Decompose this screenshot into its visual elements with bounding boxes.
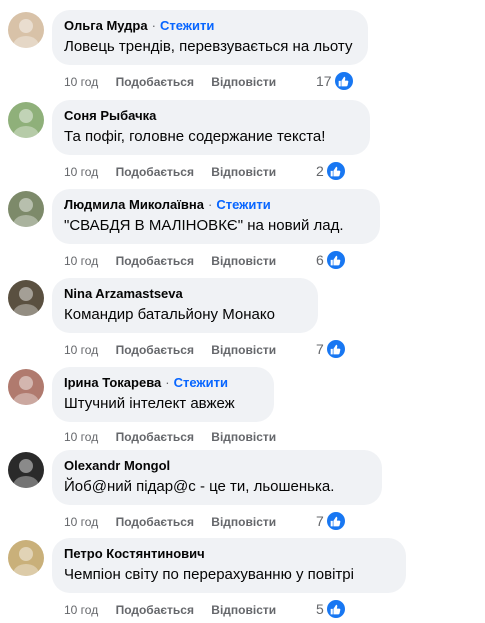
comment-actions: 10 год Подобається Відповісти bbox=[64, 74, 290, 90]
comment-timestamp[interactable]: 10 год bbox=[64, 430, 98, 444]
comment-bubble: Olexandr Mongol Йоб@ний підар@с - це ти,… bbox=[52, 450, 382, 505]
reaction-count[interactable]: 6 bbox=[316, 250, 346, 270]
like-button[interactable]: Подобається bbox=[116, 515, 194, 529]
reply-button[interactable]: Відповісти bbox=[211, 165, 276, 179]
avatar[interactable] bbox=[8, 102, 44, 138]
reaction-number: 7 bbox=[316, 341, 324, 357]
reply-button[interactable]: Відповісти bbox=[211, 75, 276, 89]
follow-button[interactable]: Стежити bbox=[160, 18, 214, 33]
comment-text: Командир батальйону Монако bbox=[64, 306, 275, 323]
like-button[interactable]: Подобається bbox=[116, 603, 194, 617]
reply-button[interactable]: Відповісти bbox=[211, 343, 276, 357]
comment-bubble: Людмила Миколаївна · Стежити "СВАБДЯ В МАЛ… bbox=[52, 189, 380, 244]
thumbs-up-icon bbox=[325, 339, 346, 359]
reply-button[interactable]: Відповісти bbox=[211, 430, 276, 444]
thumbs-up-icon bbox=[325, 161, 346, 181]
comment-author[interactable]: Людмила Миколаївна bbox=[64, 197, 204, 212]
separator: · bbox=[151, 18, 156, 33]
reaction-count[interactable]: 17 bbox=[316, 71, 354, 91]
comment-author[interactable]: Nina Arzamastseva bbox=[64, 286, 183, 301]
separator: · bbox=[165, 375, 170, 390]
comment-actions: 10 год Подобається Відповісти bbox=[64, 164, 290, 180]
avatar[interactable] bbox=[8, 452, 44, 488]
reaction-number: 2 bbox=[316, 163, 324, 179]
like-button[interactable]: Подобається bbox=[116, 165, 194, 179]
like-button[interactable]: Подобається bbox=[116, 254, 194, 268]
reaction-count[interactable]: 5 bbox=[316, 599, 346, 619]
separator: · bbox=[208, 197, 213, 212]
reaction-count[interactable]: 2 bbox=[316, 161, 346, 181]
comment-text: Чемпіон світу по перерахуванню у повітрі bbox=[64, 566, 354, 583]
reaction-number: 7 bbox=[316, 513, 324, 529]
comment-text: Йоб@ний підар@с - це ти, льошенька. bbox=[64, 478, 335, 495]
comment-author[interactable]: Петро Костянтинович bbox=[64, 546, 205, 561]
like-button[interactable]: Подобається bbox=[116, 343, 194, 357]
comment-timestamp[interactable]: 10 год bbox=[64, 75, 98, 89]
reply-button[interactable]: Відповісти bbox=[211, 603, 276, 617]
comment-actions: 10 год Подобається Відповісти bbox=[64, 602, 290, 618]
avatar[interactable] bbox=[8, 280, 44, 316]
follow-button[interactable]: Стежити bbox=[216, 197, 270, 212]
avatar[interactable] bbox=[8, 191, 44, 227]
avatar[interactable] bbox=[8, 369, 44, 405]
comment-author[interactable]: Ольга Мудра bbox=[64, 18, 148, 33]
reaction-number: 6 bbox=[316, 252, 324, 268]
comment-bubble: Ірина Токарева · Стежити Штучний інтелект … bbox=[52, 367, 274, 422]
comment-author[interactable]: Соня Рыбачка bbox=[64, 108, 156, 123]
reply-button[interactable]: Відповісти bbox=[211, 515, 276, 529]
comment-actions: 10 год Подобається Відповісти bbox=[64, 253, 290, 269]
thumbs-up-icon bbox=[325, 511, 346, 531]
avatar[interactable] bbox=[8, 540, 44, 576]
like-button[interactable]: Подобається bbox=[116, 75, 194, 89]
reaction-count[interactable]: 7 bbox=[316, 511, 346, 531]
avatar[interactable] bbox=[8, 12, 44, 48]
comment-actions: 10 год Подобається Відповісти bbox=[64, 429, 290, 445]
comment-timestamp[interactable]: 10 год bbox=[64, 515, 98, 529]
comment-timestamp[interactable]: 10 год bbox=[64, 343, 98, 357]
comment-timestamp[interactable]: 10 год bbox=[64, 165, 98, 179]
comment-author[interactable]: Olexandr Mongol bbox=[64, 458, 170, 473]
comment-timestamp[interactable]: 10 год bbox=[64, 254, 98, 268]
comment-text: Штучний інтелект авжеж bbox=[64, 395, 235, 412]
comment-bubble: Соня Рыбачка Та пофіг, головне содержани… bbox=[52, 100, 370, 155]
comment-actions: 10 год Подобається Відповісти bbox=[64, 342, 290, 358]
thumbs-up-icon bbox=[333, 71, 354, 91]
comment-timestamp[interactable]: 10 год bbox=[64, 603, 98, 617]
reaction-number: 17 bbox=[316, 73, 332, 89]
comment-bubble: Ольга Мудра · Стежити Ловець трендів, пере… bbox=[52, 10, 368, 65]
like-button[interactable]: Подобається bbox=[116, 430, 194, 444]
thumbs-up-icon bbox=[325, 250, 346, 270]
reaction-count[interactable]: 7 bbox=[316, 339, 346, 359]
comment-bubble: Петро Костянтинович Чемпіон світу по пер… bbox=[52, 538, 406, 593]
comment-text: Та пофіг, головне содержание текста! bbox=[64, 128, 326, 145]
comment-text: Ловець трендів, перевзувається на льоту bbox=[64, 38, 353, 55]
reaction-number: 5 bbox=[316, 601, 324, 617]
comment-bubble: Nina Arzamastseva Командир батальйону Мо… bbox=[52, 278, 318, 333]
thumbs-up-icon bbox=[325, 599, 346, 619]
follow-button[interactable]: Стежити bbox=[174, 375, 228, 390]
comment-actions: 10 год Подобається Відповісти bbox=[64, 514, 290, 530]
reply-button[interactable]: Відповісти bbox=[211, 254, 276, 268]
comment-author[interactable]: Ірина Токарева bbox=[64, 375, 161, 390]
comment-text: "СВАБДЯ В МАЛІНОВКЄ" на новий лад. bbox=[64, 217, 344, 234]
